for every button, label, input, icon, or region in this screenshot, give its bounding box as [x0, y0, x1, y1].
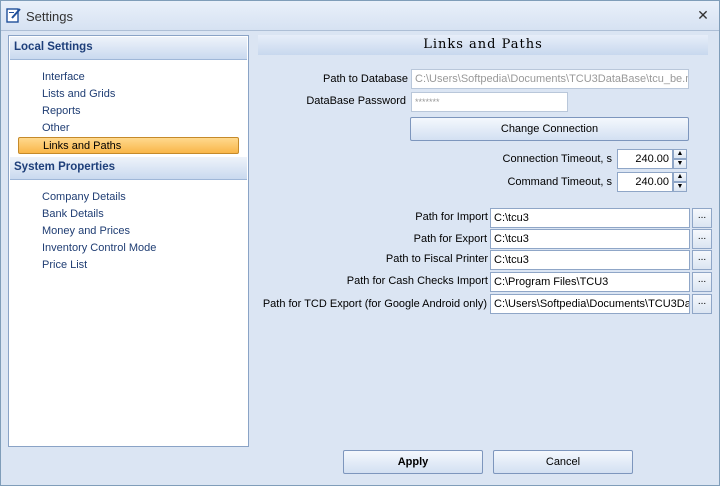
connection-timeout-up-button[interactable]: ▲ [673, 149, 687, 159]
nav-item-reports[interactable]: Reports [9, 103, 248, 120]
local-settings-header[interactable]: Local Settings [10, 37, 247, 60]
app-icon [6, 8, 21, 23]
tcd-export-path-input[interactable]: C:\Users\Softpedia\Documents\TCU3DataBas… [490, 294, 690, 314]
nav-item-other[interactable]: Other [9, 120, 248, 137]
command-timeout-input[interactable]: 240.00 [617, 172, 673, 192]
change-connection-button[interactable]: Change Connection [410, 117, 689, 141]
cancel-button[interactable]: Cancel [493, 450, 633, 474]
command-timeout-label: Command Timeout, s [507, 176, 612, 188]
close-button[interactable]: ✕ [695, 7, 711, 23]
export-path-label: Path for Export [413, 233, 487, 245]
database-password-label: DataBase Password [306, 95, 406, 107]
import-path-label: Path for Import [415, 211, 488, 223]
connection-timeout-down-button[interactable]: ▼ [673, 159, 687, 169]
panel-title: Links and Paths [258, 35, 708, 55]
import-path-input[interactable]: C:\tcu3 [490, 208, 690, 228]
cash-checks-path-browse-button[interactable]: ... [692, 272, 712, 292]
nav-item-company-details[interactable]: Company Details [9, 189, 248, 206]
title-bar: Settings ✕ [1, 1, 719, 31]
tcd-export-path-browse-button[interactable]: ... [692, 294, 712, 314]
window-title: Settings [26, 9, 73, 24]
nav-item-inventory-control-mode[interactable]: Inventory Control Mode [9, 240, 248, 257]
nav-item-price-list[interactable]: Price List [9, 257, 248, 274]
connection-timeout-input[interactable]: 240.00 [617, 149, 673, 169]
export-path-browse-button[interactable]: ... [692, 229, 712, 249]
export-path-input[interactable]: C:\tcu3 [490, 229, 690, 249]
command-timeout-down-button[interactable]: ▼ [673, 182, 687, 192]
local-settings-list: Interface Lists and Grids Reports Other … [9, 61, 248, 154]
system-properties-header[interactable]: System Properties [10, 157, 247, 180]
database-path-field[interactable]: C:\Users\Softpedia\Documents\TCU3DataBas… [411, 69, 689, 89]
connection-timeout-label: Connection Timeout, s [502, 153, 612, 165]
nav-item-money-and-prices[interactable]: Money and Prices [9, 223, 248, 240]
cash-checks-path-input[interactable]: C:\Program Files\TCU3 [490, 272, 690, 292]
fiscal-printer-path-label: Path to Fiscal Printer [385, 253, 488, 265]
import-path-browse-button[interactable]: ... [692, 208, 712, 228]
cash-checks-path-label: Path for Cash Checks Import [346, 275, 488, 287]
fiscal-printer-path-input[interactable]: C:\tcu3 [490, 250, 690, 270]
settings-navigation: Local Settings Interface Lists and Grids… [8, 35, 249, 447]
nav-item-bank-details[interactable]: Bank Details [9, 206, 248, 223]
settings-window: Settings ✕ Local Settings Interface List… [0, 0, 720, 486]
command-timeout-up-button[interactable]: ▲ [673, 172, 687, 182]
nav-item-lists-and-grids[interactable]: Lists and Grids [9, 86, 248, 103]
nav-item-links-and-paths[interactable]: Links and Paths [18, 137, 239, 154]
nav-item-interface[interactable]: Interface [9, 69, 248, 86]
tcd-export-path-label: Path for TCD Export (for Google Android … [262, 298, 487, 310]
database-path-label: Path to Database [322, 73, 408, 85]
database-password-field[interactable]: ******* [411, 92, 568, 112]
system-properties-list: Company Details Bank Details Money and P… [9, 181, 248, 274]
fiscal-printer-path-browse-button[interactable]: ... [692, 250, 712, 270]
apply-button[interactable]: Apply [343, 450, 483, 474]
